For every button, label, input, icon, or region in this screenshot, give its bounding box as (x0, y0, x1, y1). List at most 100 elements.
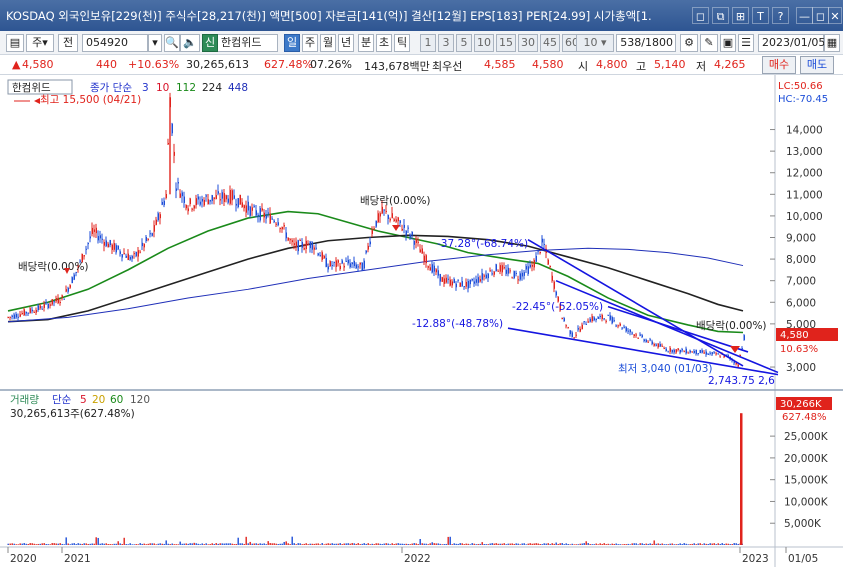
candle-body (221, 192, 223, 199)
interval-10[interactable]: 10 (474, 34, 494, 52)
candle-body (193, 205, 195, 209)
volume-bar (387, 543, 389, 545)
volume-bar (567, 544, 569, 545)
candle-body (457, 279, 459, 281)
market-prefix-select[interactable]: 주▾ (26, 34, 54, 52)
candle-body (71, 277, 73, 284)
volume-bar (197, 543, 199, 545)
period-second-tab[interactable]: 초 (376, 34, 392, 52)
best-ask-value: 4,585 (484, 58, 516, 71)
market-type-button[interactable]: 전 (58, 34, 78, 52)
price-tick-label: 13,000 (786, 146, 823, 158)
pin-icon[interactable]: ⊞ (732, 7, 749, 24)
maximize-icon[interactable]: ◻ (812, 7, 829, 24)
candle-body (601, 314, 603, 319)
volume-bar (615, 543, 617, 545)
candle-body (325, 257, 327, 267)
candle-body (45, 302, 47, 304)
candle-body (141, 242, 143, 247)
candle-body (539, 252, 541, 254)
candle-body (433, 265, 435, 272)
interval-5[interactable]: 5 (456, 34, 472, 52)
period-week-tab[interactable]: 주 (302, 34, 318, 52)
stock-code-input[interactable]: 054920 (82, 34, 148, 52)
candle-body (703, 352, 705, 354)
candle-body (283, 225, 285, 227)
help-icon[interactable]: ? (772, 7, 789, 24)
stock-name-field[interactable]: 한컴위드 (218, 34, 278, 52)
volume-bar (523, 543, 525, 545)
candle-body (175, 188, 177, 191)
bar-count-field[interactable]: 538/1800 (616, 34, 676, 52)
volume-bar (599, 543, 601, 545)
candle-body (571, 332, 573, 338)
buy-button[interactable]: 매수 (762, 56, 796, 74)
candle-body (95, 227, 97, 234)
volume-bar (201, 543, 203, 545)
candle-body (301, 241, 303, 248)
volume-bar (7, 543, 9, 545)
save-icon[interactable]: ▣ (720, 34, 736, 52)
interval-select[interactable]: 10 ▾ (576, 34, 614, 52)
volume-bar (689, 544, 691, 545)
candle-body (481, 273, 483, 280)
volume-bar (365, 543, 367, 545)
volume-bar (139, 543, 141, 545)
period-tick-tab[interactable]: 틱 (394, 34, 410, 52)
restore-icon[interactable]: ◻ (692, 7, 709, 24)
volume-bar (561, 543, 563, 545)
volume-bar (219, 543, 221, 545)
candle-body (699, 349, 701, 354)
dividend-annotation-1: 배당락(0.00%) (18, 261, 89, 273)
price-chart[interactable]: 14,000 13,000 12,000 11,000 10,000 9,000 8,000… (0, 75, 843, 567)
candle-body (19, 314, 21, 317)
text-icon[interactable]: T (752, 7, 769, 24)
layout-icon[interactable]: ▤ (6, 34, 24, 52)
interval-15[interactable]: 15 (496, 34, 516, 52)
candle-body (741, 348, 743, 350)
interval-3[interactable]: 3 (438, 34, 454, 52)
sell-button[interactable]: 매도 (800, 56, 834, 74)
candle-body (477, 277, 479, 283)
candle-body (207, 199, 209, 205)
volume-legend-20: 20 (92, 394, 105, 406)
period-minute-tab[interactable]: 분 (358, 34, 374, 52)
dividend-annotation-3: 배당락(0.00%) (696, 320, 767, 332)
candle-body (11, 315, 13, 317)
candle-body (335, 260, 337, 267)
max-annotation: 최고 15,500 (04/21) (40, 94, 141, 106)
settings-icon[interactable]: ⚙ (680, 34, 698, 52)
date-input[interactable]: 2023/01/05 (758, 34, 825, 52)
volume-bar (575, 544, 577, 545)
volume-bar (315, 543, 317, 545)
code-dropdown-icon[interactable]: ▾ (148, 34, 162, 52)
volume-bar (233, 544, 235, 545)
candle-body (223, 193, 225, 202)
volume-bar (175, 544, 177, 545)
float-icon[interactable]: ⧉ (712, 7, 729, 24)
candle-body (105, 240, 107, 247)
legend-ma112: 112 (176, 82, 196, 94)
minimize-icon[interactable]: — (796, 7, 813, 24)
interval-30[interactable]: 30 (518, 34, 538, 52)
period-month-tab[interactable]: 월 (320, 34, 336, 52)
interval-45[interactable]: 45 (540, 34, 560, 52)
volume-bar (405, 543, 407, 545)
search-icon[interactable]: 🔍 (164, 34, 180, 52)
volume-bar (527, 543, 529, 545)
tool-icon[interactable]: ✎ (700, 34, 718, 52)
candle-body (361, 262, 363, 271)
volume-bar (69, 544, 71, 545)
candle-body (323, 255, 325, 259)
menu-icon[interactable]: ☰ (738, 34, 754, 52)
volume-bar (289, 544, 291, 545)
interval-1[interactable]: 1 (420, 34, 436, 52)
period-year-tab[interactable]: 년 (338, 34, 354, 52)
lc-label: LC:50.66 (778, 81, 823, 92)
close-icon[interactable]: ✕ (828, 7, 842, 24)
period-day-tab[interactable]: 일 (284, 34, 300, 52)
volume-value: 30,265,613 (186, 58, 249, 71)
calendar-icon[interactable]: ▦ (824, 34, 840, 52)
volume-bar (321, 543, 323, 545)
sound-icon[interactable]: 🔈 (180, 34, 200, 52)
